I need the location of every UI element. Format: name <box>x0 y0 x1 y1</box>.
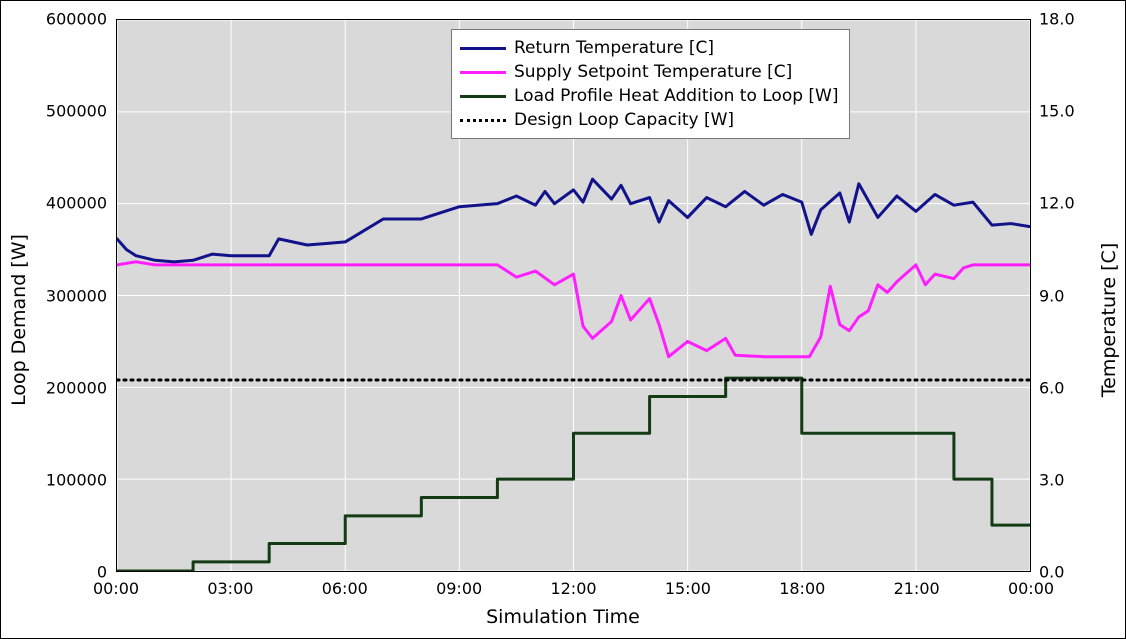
legend-item-supply-setpoint: Supply Setpoint Temperature [C] <box>460 60 839 84</box>
x-tick-label: 21:00 <box>894 579 940 598</box>
x-tick-label: 09:00 <box>436 579 482 598</box>
y-right-tick-label: 12.0 <box>1039 194 1119 213</box>
y-left-tick-label: 100000 <box>7 470 107 489</box>
legend-label: Return Temperature [C] <box>514 38 714 58</box>
y-right-axis-label: Temperature [C] <box>1098 242 1120 397</box>
legend-swatch-load-profile <box>460 84 506 108</box>
y-right-tick-label: 15.0 <box>1039 102 1119 121</box>
x-tick-label: 06:00 <box>322 579 368 598</box>
legend-label: Load Profile Heat Addition to Loop [W] <box>514 86 839 106</box>
y-left-axis-label: Loop Demand [W] <box>8 234 30 406</box>
x-tick-label: 18:00 <box>779 579 825 598</box>
chart-frame: 0100000200000300000400000500000600000 0.… <box>0 0 1126 639</box>
legend-label: Design Loop Capacity [W] <box>514 110 734 130</box>
legend-swatch-supply-setpoint <box>460 60 506 84</box>
legend-item-design-capacity: Design Loop Capacity [W] <box>460 108 839 132</box>
legend-swatch-return-temp <box>460 36 506 60</box>
y-left-tick-label: 500000 <box>7 102 107 121</box>
y-right-tick-label: 18.0 <box>1039 10 1119 29</box>
legend-label: Supply Setpoint Temperature [C] <box>514 62 792 82</box>
legend-item-load-profile: Load Profile Heat Addition to Loop [W] <box>460 84 839 108</box>
x-tick-label: 00:00 <box>1008 579 1054 598</box>
x-tick-label: 12:00 <box>550 579 596 598</box>
y-right-tick-label: 3.0 <box>1039 470 1119 489</box>
legend-swatch-design-capacity <box>460 108 506 132</box>
legend-item-return-temp: Return Temperature [C] <box>460 36 839 60</box>
y-left-tick-label: 400000 <box>7 194 107 213</box>
x-tick-label: 03:00 <box>207 579 253 598</box>
x-tick-label: 00:00 <box>93 579 139 598</box>
legend: Return Temperature [C] Supply Setpoint T… <box>451 29 850 139</box>
y-left-tick-label: 600000 <box>7 10 107 29</box>
x-tick-label: 15:00 <box>665 579 711 598</box>
x-axis-label: Simulation Time <box>486 606 640 628</box>
